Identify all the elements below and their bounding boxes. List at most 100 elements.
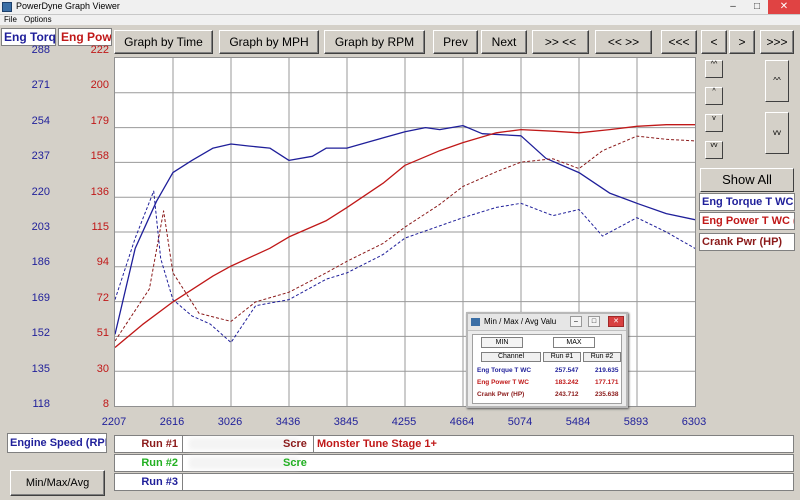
legend-eng-power[interactable]: Eng Power T WC ( bbox=[699, 212, 795, 230]
power-axis-tick-label: 222 bbox=[90, 44, 109, 56]
table-cell-channel: Crank Pwr (HP) bbox=[477, 391, 525, 398]
zoom-out-button[interactable]: << >> bbox=[595, 30, 652, 54]
dialog-title-bar[interactable]: Min / Max / Avg Valu – □ ✕ bbox=[468, 314, 626, 331]
x-axis-tick-label: 5484 bbox=[565, 416, 591, 428]
table-cell-channel: Eng Power T WC bbox=[477, 379, 529, 386]
x-axis-tick-label: 5074 bbox=[507, 416, 533, 428]
title-bar: PowerDyne Graph Viewer – □ ✕ bbox=[0, 0, 800, 15]
minimize-button[interactable]: – bbox=[720, 0, 746, 14]
double-chevron-up-icon: ^^ bbox=[773, 76, 781, 85]
x-axis-tick-label: 4255 bbox=[391, 416, 417, 428]
prev-button[interactable]: Prev bbox=[433, 30, 478, 54]
x-axis-tick-label: 3845 bbox=[333, 416, 359, 428]
power-axis-tick-label: 30 bbox=[96, 362, 109, 375]
dialog-close-button[interactable]: ✕ bbox=[608, 316, 624, 327]
table-cell-run1: 257.547 bbox=[555, 367, 579, 374]
x-axis-tick-label: 2616 bbox=[159, 416, 185, 428]
torque-axis-tick-label: 220 bbox=[31, 185, 50, 198]
scroll-left-button[interactable]: < bbox=[701, 30, 727, 54]
column-header-run1: Run #1 bbox=[543, 352, 581, 362]
next-button[interactable]: Next bbox=[481, 30, 527, 54]
torque-axis-tick-label: 288 bbox=[31, 44, 50, 56]
graph-by-time-button[interactable]: Graph by Time bbox=[114, 30, 213, 54]
graph-by-mph-button[interactable]: Graph by MPH bbox=[219, 30, 319, 54]
torque-axis-tick-label: 254 bbox=[31, 114, 50, 127]
power-axis-tick-label: 115 bbox=[91, 221, 109, 233]
x-axis-tick-label: 5893 bbox=[623, 416, 649, 428]
table-cell-run2: 177.171 bbox=[595, 379, 619, 386]
column-header-run2: Run #2 bbox=[583, 352, 621, 362]
x-axis-tick-label: 3436 bbox=[275, 416, 301, 428]
tab-min[interactable]: MIN bbox=[481, 337, 523, 348]
dialog-body: MIN MAX Channel Run #1 Run #2 Eng Torque… bbox=[472, 334, 622, 404]
menu-file[interactable]: File bbox=[4, 15, 17, 25]
power-axis-tick-label: 158 bbox=[90, 150, 109, 163]
graph-by-rpm-button[interactable]: Graph by RPM bbox=[324, 30, 425, 54]
torque-axis-panel: Eng Torque 28827125423722020318616915213… bbox=[0, 28, 57, 412]
run-row-1[interactable]: Run #1 Scre Monster Tune Stage 1+ bbox=[114, 435, 794, 453]
table-cell-run2: 219.635 bbox=[595, 367, 619, 374]
power-axis-tick-label: 51 bbox=[96, 327, 109, 340]
x-axis-tick-label: 6303 bbox=[681, 416, 707, 428]
dialog-title: Min / Max / Avg Valu bbox=[484, 317, 557, 326]
scale-up-fast-button[interactable]: ^^ bbox=[705, 60, 723, 78]
close-button[interactable]: ✕ bbox=[768, 0, 800, 14]
min-max-avg-dialog[interactable]: Min / Max / Avg Valu – □ ✕ MIN MAX Chann… bbox=[466, 312, 628, 408]
torque-axis-tick-label: 237 bbox=[31, 150, 50, 163]
run-label-1: Run #1 bbox=[115, 436, 183, 452]
power-axis-panel: Eng Powe 222200179158136115947251308 bbox=[57, 28, 112, 412]
table-cell-run2: 235.638 bbox=[595, 391, 619, 398]
x-axis-tick-label: 3026 bbox=[217, 416, 243, 428]
side-scroll-up-button[interactable]: ^^ bbox=[765, 60, 789, 102]
run-label-3: Run #3 bbox=[115, 474, 183, 490]
power-axis-tick-label: 136 bbox=[90, 185, 109, 198]
scroll-far-right-button[interactable]: >>> bbox=[760, 30, 794, 54]
menu-bar: File Options bbox=[0, 15, 800, 25]
table-cell-run1: 183.242 bbox=[555, 379, 579, 386]
side-scroll-down-button[interactable]: vv bbox=[765, 112, 789, 154]
power-axis-tick-label: 8 bbox=[102, 398, 109, 410]
show-all-button[interactable]: Show All bbox=[700, 168, 794, 192]
legend-crank-pwr[interactable]: Crank Pwr (HP) bbox=[699, 233, 795, 251]
torque-axis-tick-label: 118 bbox=[32, 398, 50, 410]
legend-eng-torque[interactable]: Eng Torque T WC bbox=[699, 193, 795, 211]
menu-options[interactable]: Options bbox=[24, 15, 52, 25]
double-chevron-down-icon: vv bbox=[773, 128, 781, 137]
run-row-3[interactable]: Run #3 bbox=[114, 473, 794, 491]
torque-axis-tick-label: 135 bbox=[31, 362, 50, 375]
app-icon bbox=[2, 2, 12, 12]
power-axis-tick-label: 200 bbox=[90, 79, 109, 92]
min-max-avg-button[interactable]: Min/Max/Avg bbox=[10, 470, 105, 496]
zoom-in-button[interactable]: >> << bbox=[532, 30, 589, 54]
dialog-minimize-button[interactable]: – bbox=[570, 316, 582, 327]
torque-axis-tick-label: 152 bbox=[31, 327, 50, 340]
dialog-app-icon bbox=[471, 318, 480, 326]
run-row-2[interactable]: Run #2 Scre bbox=[114, 454, 794, 472]
column-header-channel: Channel bbox=[481, 352, 541, 362]
x-axis-tick-label: 2207 bbox=[101, 416, 127, 428]
window-title: PowerDyne Graph Viewer bbox=[16, 1, 120, 11]
scale-down-button[interactable]: v bbox=[705, 114, 723, 132]
torque-axis-tick-label: 169 bbox=[31, 291, 50, 304]
tab-max[interactable]: MAX bbox=[553, 337, 595, 348]
scroll-far-left-button[interactable]: <<< bbox=[661, 30, 697, 54]
scroll-right-button[interactable]: > bbox=[729, 30, 755, 54]
torque-axis-tick-label: 271 bbox=[31, 79, 50, 92]
run-screen-2: Scre bbox=[283, 457, 307, 469]
run-description-1: Monster Tune Stage 1+ bbox=[313, 436, 437, 452]
run-label-2: Run #2 bbox=[115, 455, 183, 471]
scale-up-button[interactable]: ^ bbox=[705, 87, 723, 105]
dialog-maximize-button[interactable]: □ bbox=[588, 316, 600, 327]
maximize-button[interactable]: □ bbox=[744, 0, 770, 14]
x-axis-tick-label: 4664 bbox=[449, 416, 475, 428]
torque-axis-tick-label: 186 bbox=[31, 256, 50, 269]
scale-down-fast-button[interactable]: vv bbox=[705, 141, 723, 159]
run-screen-1: Scre bbox=[283, 438, 307, 450]
power-axis-tick-label: 179 bbox=[90, 114, 109, 127]
table-cell-run1: 243.712 bbox=[555, 391, 579, 398]
power-axis-tick-label: 72 bbox=[96, 291, 109, 304]
x-axis-label[interactable]: Engine Speed (RPM bbox=[7, 433, 107, 453]
torque-axis-tick-label: 203 bbox=[31, 221, 50, 233]
power-axis-tick-label: 94 bbox=[96, 256, 109, 269]
table-cell-channel: Eng Torque T WC bbox=[477, 367, 532, 374]
